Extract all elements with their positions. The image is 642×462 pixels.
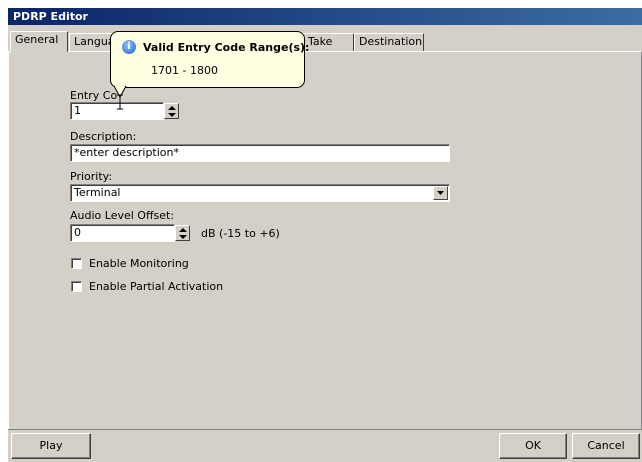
enable-partial-activation-checkbox[interactable]	[71, 281, 82, 292]
description-label: Description:	[70, 130, 137, 143]
audio-level-label: Audio Level Offset:	[70, 209, 175, 222]
priority-dropdown-button[interactable]	[433, 186, 448, 200]
priority-label: Priority:	[70, 170, 113, 183]
pdrp-editor-window: PDRP Editor General Languag mble Take De…	[8, 8, 642, 462]
audio-level-input[interactable]: 0	[70, 224, 175, 242]
priority-select[interactable]: Terminal	[70, 184, 450, 202]
window-title: PDRP Editor	[8, 8, 642, 25]
tab-strip: General Languag mble Take Destination	[8, 31, 642, 52]
enable-monitoring-checkbox[interactable]	[71, 258, 82, 269]
audio-level-spinner[interactable]	[175, 225, 190, 241]
spinner-arrows-icon	[168, 106, 176, 117]
play-button[interactable]: Play	[11, 433, 91, 459]
general-panel: Entry Co 1 Description: *enter descripti…	[8, 51, 642, 429]
entry-code-label: Entry Co	[70, 89, 118, 102]
ok-button[interactable]: OK	[499, 433, 567, 459]
entry-code-spinner[interactable]	[164, 103, 179, 119]
chevron-down-icon	[437, 191, 444, 195]
background-strip	[0, 0, 642, 8]
entry-code-tooltip: i Valid Entry Code Range(s): 1701 - 1800	[110, 31, 309, 88]
enable-partial-activation-label: Enable Partial Activation	[89, 280, 224, 293]
enable-monitoring-label: Enable Monitoring	[89, 257, 189, 270]
button-bar: Play OK Cancel	[8, 429, 642, 462]
tooltip-title: Valid Entry Code Range(s):	[143, 41, 310, 54]
text-cursor-icon	[117, 94, 123, 110]
audio-level-unit: dB (-15 to +6)	[201, 227, 280, 240]
spinner-arrows-icon	[179, 228, 187, 239]
tab-destination[interactable]: Destination	[354, 33, 424, 51]
info-icon: i	[122, 40, 136, 54]
tooltip-body: 1701 - 1800	[151, 64, 218, 77]
cancel-button[interactable]: Cancel	[572, 433, 640, 459]
tab-general[interactable]: General	[10, 31, 68, 52]
description-input[interactable]: *enter description*	[70, 144, 450, 162]
